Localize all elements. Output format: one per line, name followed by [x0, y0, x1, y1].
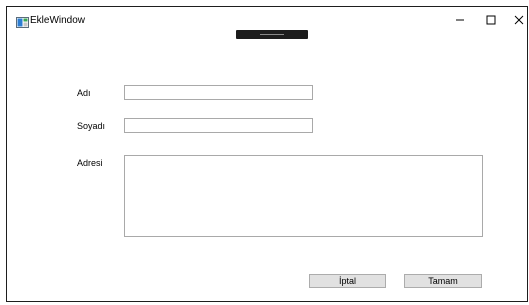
surname-input[interactable]	[124, 118, 313, 133]
close-icon	[514, 15, 524, 25]
surname-label: Soyadı	[77, 121, 106, 131]
window-title: EkleWindow	[30, 15, 86, 26]
ok-button[interactable]: Tamam	[404, 274, 482, 288]
app-icon	[16, 15, 29, 28]
debug-toolbar[interactable]	[236, 30, 308, 39]
address-textarea[interactable]	[124, 155, 483, 237]
name-label: Adı	[77, 88, 91, 98]
close-button[interactable]	[507, 10, 529, 30]
maximize-button[interactable]	[479, 10, 503, 30]
maximize-icon	[486, 15, 496, 25]
cancel-button[interactable]: İptal	[309, 274, 386, 288]
address-label: Adresi	[77, 158, 103, 168]
grip-icon	[260, 34, 284, 35]
ekle-window: EkleWindow Adı Soyadı Adresi İptal Tamam	[6, 6, 528, 302]
minimize-button[interactable]	[448, 10, 472, 30]
name-input[interactable]	[124, 85, 313, 100]
minimize-icon	[456, 19, 464, 21]
